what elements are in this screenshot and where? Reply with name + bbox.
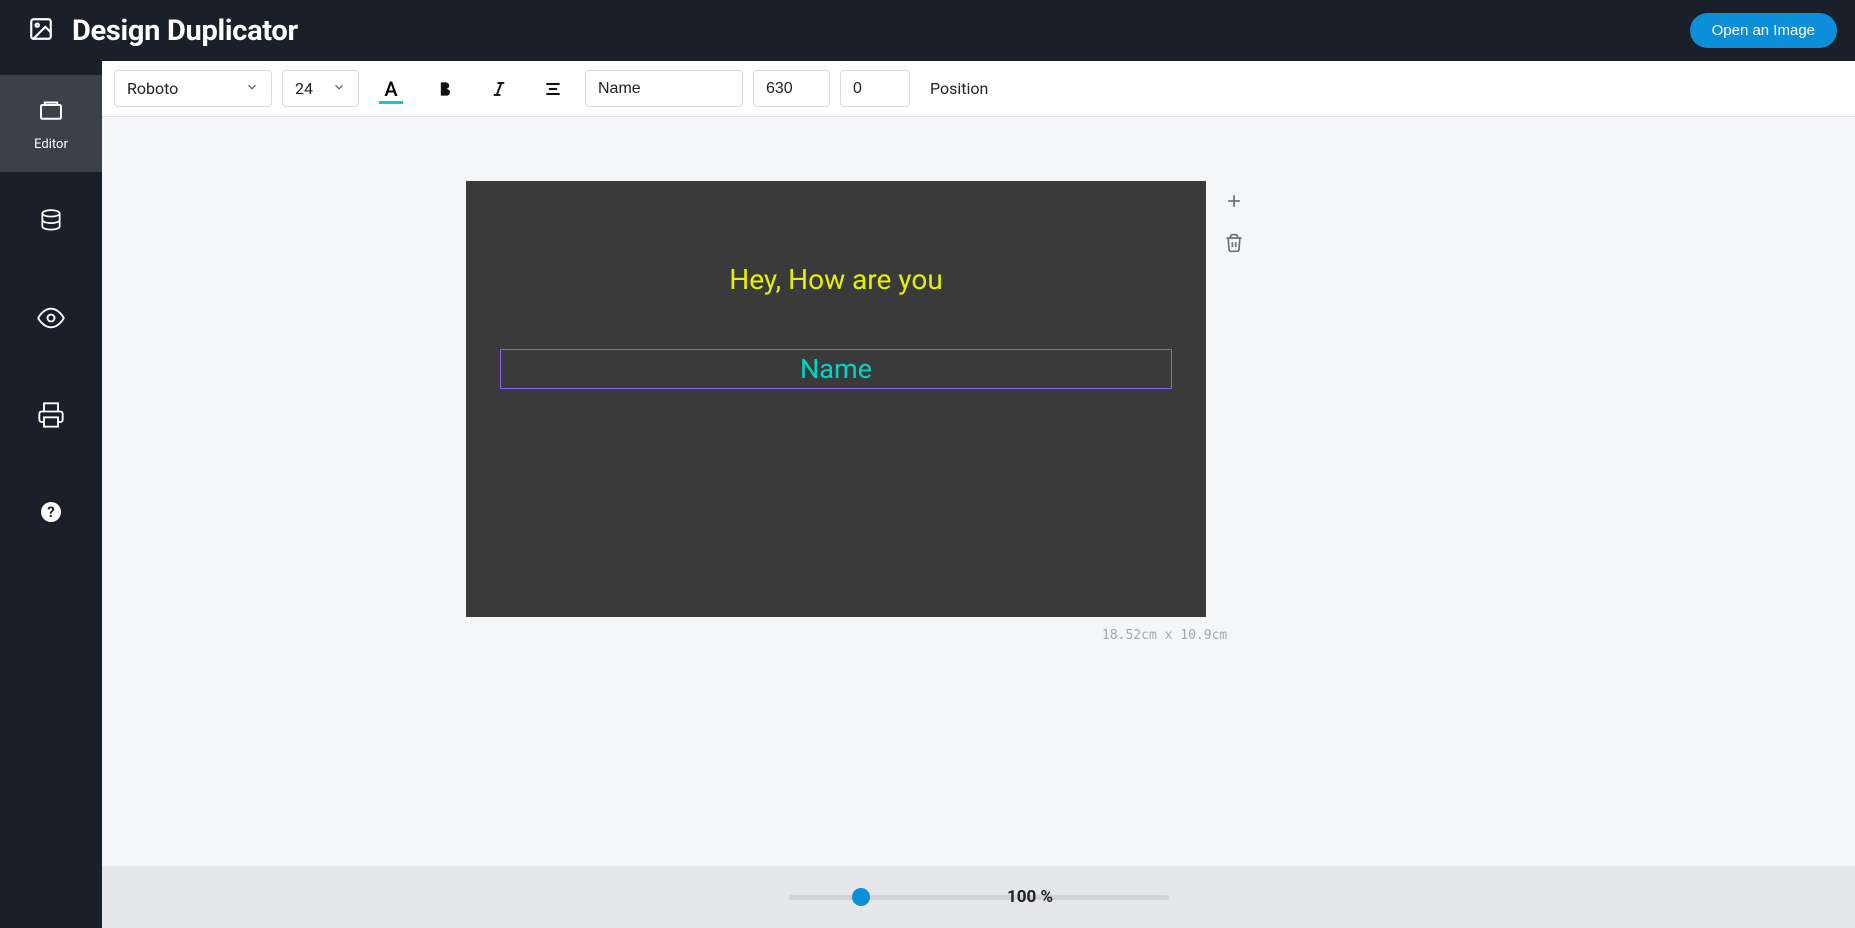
width-input[interactable] — [753, 70, 830, 107]
layer-name-input[interactable] — [585, 70, 743, 107]
image-icon — [28, 16, 54, 46]
main: Roboto 24 A Position — [102, 61, 1855, 928]
font-select-value: Roboto — [127, 79, 178, 98]
text-color-glyph: A — [384, 77, 397, 101]
bold-button[interactable] — [423, 70, 467, 107]
italic-button[interactable] — [477, 70, 521, 107]
artboard[interactable]: Hey, How are you Name — [466, 181, 1206, 617]
editor-icon — [36, 95, 66, 125]
selected-layer[interactable]: Name — [500, 349, 1172, 389]
zoom-label: 100 % — [1007, 887, 1053, 907]
sidebar-item-help[interactable]: ? — [0, 463, 102, 560]
sidebar-item-editor[interactable]: Editor — [0, 75, 102, 172]
text-color-swatch — [379, 101, 403, 104]
chevron-down-icon — [245, 79, 259, 98]
help-icon: ? — [39, 500, 63, 524]
canvas-text-heading[interactable]: Hey, How are you — [466, 263, 1206, 296]
eye-icon — [37, 304, 65, 332]
canvas-area: Hey, How are you Name 18.52cm x 10.9cm — [102, 117, 1855, 866]
font-size-value: 24 — [295, 79, 313, 98]
font-select[interactable]: Roboto — [114, 70, 272, 107]
database-icon — [38, 208, 64, 234]
sidebar-item-print[interactable] — [0, 366, 102, 463]
font-size-select[interactable]: 24 — [282, 70, 359, 107]
header: Design Duplicator Open an Image — [0, 0, 1855, 61]
align-button[interactable] — [531, 70, 575, 107]
position-label: Position — [930, 79, 988, 98]
sidebar-item-label: Editor — [34, 137, 68, 152]
artboard-actions — [1220, 187, 1248, 257]
zoom-slider[interactable] — [789, 895, 1169, 900]
toolbar: Roboto 24 A Position — [102, 61, 1855, 117]
zoom-slider-wrap: 100 % — [122, 895, 1835, 900]
delete-layer-button[interactable] — [1220, 229, 1248, 257]
sidebar-item-data[interactable] — [0, 172, 102, 269]
svg-text:?: ? — [47, 503, 54, 521]
text-color-button[interactable]: A — [369, 70, 413, 107]
canvas-text-name: Name — [800, 353, 872, 385]
sidebar-item-preview[interactable] — [0, 269, 102, 366]
zoom-slider-thumb[interactable] — [852, 888, 870, 906]
header-left: Design Duplicator — [28, 14, 298, 48]
open-image-button[interactable]: Open an Image — [1690, 13, 1837, 48]
chevron-down-icon — [332, 79, 346, 98]
bottom-bar: 100 % — [102, 866, 1855, 928]
sidebar: Editor ? — [0, 61, 102, 928]
printer-icon — [37, 401, 65, 429]
app-title: Design Duplicator — [72, 14, 298, 48]
height-input[interactable] — [840, 70, 910, 107]
add-layer-button[interactable] — [1220, 187, 1248, 215]
artboard-dimensions: 18.52cm x 10.9cm — [1102, 628, 1227, 643]
